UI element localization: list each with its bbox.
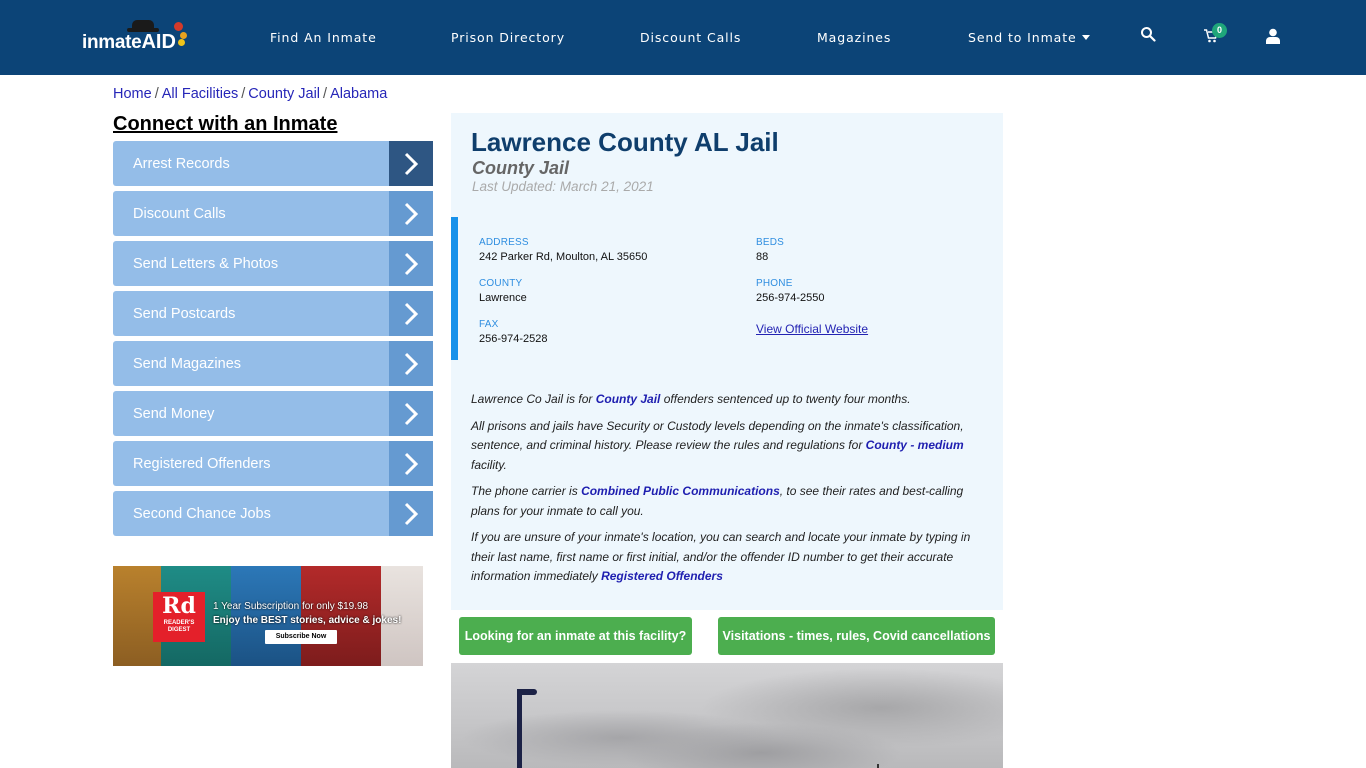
breadcrumb-home[interactable]: Home <box>113 86 152 102</box>
visitations-button[interactable]: Visitations - times, rules, Covid cancel… <box>718 617 995 655</box>
county-jail-link[interactable]: County Jail <box>596 392 661 406</box>
description-text: offenders sentenced up to twenty four mo… <box>660 392 911 406</box>
description-text: Lawrence Co Jail is for <box>471 392 596 406</box>
breadcrumb-separator: / <box>241 86 246 102</box>
leaf-icon <box>178 39 185 46</box>
registered-offenders-link[interactable]: Registered Offenders <box>601 569 723 583</box>
sidebar-item-send-postcards[interactable]: Send Postcards <box>113 291 433 336</box>
sidebar-item-send-money[interactable]: Send Money <box>113 391 433 436</box>
fax-label: FAX <box>479 319 499 330</box>
chevron-right-icon <box>389 191 433 236</box>
facility-photo <box>451 663 1003 768</box>
sidebar-item-label: Send Money <box>133 405 215 422</box>
light-pole <box>517 691 522 768</box>
description-text: facility. <box>471 457 507 472</box>
nav-send-to-inmate[interactable]: Send to Inmate <box>968 30 1090 45</box>
sidebar-item-arrest-records[interactable]: Arrest Records <box>113 141 433 186</box>
phone-value: 256-974-2550 <box>756 292 825 304</box>
breadcrumb-all-facilities[interactable]: All Facilities <box>162 86 239 102</box>
sidebar-item-send-letters-photos[interactable]: Send Letters & Photos <box>113 241 433 286</box>
description-paragraph: If you are unsure of your inmate's locat… <box>471 528 986 587</box>
breadcrumb: Home / All Facilities / County Jail / Alabama <box>113 86 387 102</box>
breadcrumb-alabama[interactable]: Alabama <box>330 86 387 102</box>
sidebar-item-label: Send Postcards <box>133 305 236 322</box>
distant-object <box>877 764 879 768</box>
chevron-right-icon <box>389 491 433 536</box>
sidebar-item-label: Second Chance Jobs <box>133 505 271 522</box>
light-pole-head <box>517 689 537 695</box>
fax-value: 256-974-2528 <box>479 333 548 345</box>
sidebar-item-send-magazines[interactable]: Send Magazines <box>113 341 433 386</box>
chevron-right-icon <box>389 291 433 336</box>
county-value: Lawrence <box>479 292 527 304</box>
sidebar-item-registered-offenders[interactable]: Registered Offenders <box>113 441 433 486</box>
site-logo[interactable]: inmate AID <box>82 20 187 54</box>
phone-carrier-link[interactable]: Combined Public Communications <box>581 484 780 498</box>
breadcrumb-separator: / <box>323 86 328 102</box>
nav-discount-calls[interactable]: Discount Calls <box>640 30 741 45</box>
nav-prison-directory[interactable]: Prison Directory <box>451 30 565 45</box>
sidebar-item-label: Send Magazines <box>133 355 242 372</box>
chevron-right-icon <box>389 141 433 186</box>
breadcrumb-county-jail[interactable]: County Jail <box>248 86 320 102</box>
subscribe-now-button[interactable]: Subscribe Now <box>265 630 337 644</box>
sidebar-item-label: Arrest Records <box>133 155 230 172</box>
ad-tagline: Enjoy the BEST stories, advice & jokes! <box>213 615 402 626</box>
beds-label: BEDS <box>756 237 785 248</box>
logo-text: inmate <box>82 32 142 53</box>
sidebar-item-second-chance-jobs[interactable]: Second Chance Jobs <box>113 491 433 536</box>
description-paragraph: All prisons and jails have Security or C… <box>471 417 986 476</box>
readers-digest-ad-banner[interactable]: Rd READER'S DIGEST 1 Year Subscription f… <box>113 566 423 666</box>
logo-accent: AID <box>141 31 176 53</box>
chevron-right-icon <box>389 391 433 436</box>
rd-logo-name: READER'S DIGEST <box>163 620 195 633</box>
cart-count-badge: 0 <box>1212 23 1227 38</box>
county-medium-link[interactable]: County - medium <box>866 438 964 452</box>
nav-send-to-inmate-label: Send to Inmate <box>968 30 1077 45</box>
chevron-right-icon <box>389 241 433 286</box>
facility-title: Lawrence County AL Jail <box>471 127 779 157</box>
sidebar-item-label: Send Letters & Photos <box>133 255 279 272</box>
address-value: 242 Parker Rd, Moulton, AL 35650 <box>479 251 648 263</box>
description-text: The phone carrier is <box>471 484 582 498</box>
sidebar-menu: Arrest Records Discount Calls Send Lette… <box>113 141 433 541</box>
facility-type: County Jail <box>472 158 570 178</box>
info-accent-bar <box>451 217 458 360</box>
nav-magazines[interactable]: Magazines <box>817 30 891 45</box>
breadcrumb-separator: / <box>154 86 159 102</box>
leaf-icon <box>174 22 183 31</box>
search-icon[interactable] <box>1140 26 1160 46</box>
sidebar-title: Connect with an Inmate <box>113 113 338 135</box>
chevron-right-icon <box>389 341 433 386</box>
caret-down-icon <box>1081 35 1090 40</box>
sidebar-item-label: Discount Calls <box>133 205 226 222</box>
sidebar-item-discount-calls[interactable]: Discount Calls <box>113 191 433 236</box>
facility-panel: Lawrence County AL Jail County Jail Last… <box>451 113 1003 610</box>
view-official-website-link[interactable]: View Official Website <box>756 322 868 336</box>
leaf-icon <box>180 32 187 39</box>
address-label: ADDRESS <box>479 237 529 248</box>
sidebar-item-label: Registered Offenders <box>133 455 271 472</box>
description-paragraph: The phone carrier is Combined Public Com… <box>471 482 986 521</box>
description-paragraph: Lawrence Co Jail is for County Jail offe… <box>471 390 986 410</box>
nav-find-an-inmate[interactable]: Find An Inmate <box>270 30 377 45</box>
phone-label: PHONE <box>756 278 793 289</box>
ad-offer-text: 1 Year Subscription for only $19.98 <box>213 601 369 612</box>
county-label: COUNTY <box>479 278 523 289</box>
rd-logo-mark: Rd <box>162 593 196 619</box>
pilgrim-hat-icon <box>127 20 159 32</box>
readers-digest-logo: Rd READER'S DIGEST <box>153 592 205 642</box>
chevron-right-icon <box>389 441 433 486</box>
beds-value: 88 <box>756 251 769 263</box>
top-navbar: inmate AID Find An Inmate Prison Directo… <box>0 0 1366 75</box>
last-updated: Last Updated: March 21, 2021 <box>472 179 654 194</box>
facility-description: Lawrence Co Jail is for County Jail offe… <box>471 390 986 594</box>
user-icon[interactable] <box>1266 28 1286 48</box>
find-inmate-at-facility-button[interactable]: Looking for an inmate at this facility? <box>459 617 692 655</box>
